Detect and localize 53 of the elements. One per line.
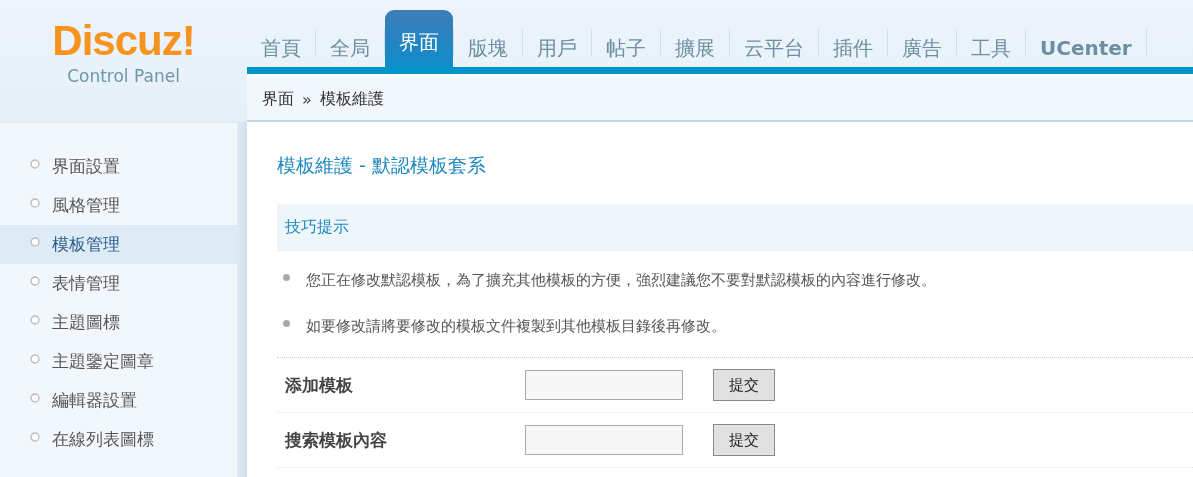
nav-tab[interactable]: 界面 (385, 10, 453, 67)
nav-tab[interactable]: 擴展 (661, 17, 729, 67)
breadcrumb-link[interactable]: 界面 (262, 88, 294, 110)
sidebar-label: 編輯器設置 (52, 389, 137, 412)
circle-icon (30, 236, 40, 247)
breadcrumb-current: 模板維護 (319, 88, 384, 110)
logo: Discuz! (52, 18, 195, 64)
nav-tab[interactable]: 用戶 (523, 17, 591, 67)
nav-tab[interactable]: 工具 (957, 17, 1025, 67)
sidebar-item[interactable]: 表情管理 (0, 264, 237, 303)
nav-tab[interactable]: 云平台 (730, 17, 818, 67)
nav-tab[interactable]: 廣告 (888, 17, 956, 67)
logo-subtitle: Control Panel (67, 66, 180, 86)
circle-icon (30, 392, 40, 403)
breadcrumb-separator: » (302, 89, 312, 109)
nav-tab[interactable]: 全局 (316, 17, 384, 67)
circle-icon (30, 158, 40, 169)
circle-icon (30, 353, 40, 364)
tip-text: 如要修改請將要修改的模板文件複製到其他模板目錄後再修改。 (306, 316, 726, 336)
submit-button[interactable]: 提交 (713, 369, 775, 401)
nav-tab[interactable]: UCenter (1026, 17, 1146, 67)
nav-tab[interactable]: 帖子 (592, 17, 660, 67)
bullet-icon (283, 273, 290, 281)
circle-icon (30, 314, 40, 325)
circle-icon (30, 197, 40, 208)
sidebar-label: 界面設置 (52, 155, 120, 178)
sidebar-item[interactable]: 主題鑒定圖章 (0, 342, 237, 381)
nav-tab[interactable]: 首頁 (247, 17, 315, 67)
sidebar-item[interactable]: 界面設置 (0, 147, 237, 186)
page-title: 模板維護 - 默認模板套系 (277, 153, 487, 178)
nav-tab[interactable]: 版塊 (454, 17, 522, 67)
form-label: 搜索模板內容 (285, 428, 388, 452)
sidebar-label: 風格管理 (52, 194, 120, 217)
sidebar-item[interactable]: 模板管理 (0, 225, 237, 264)
sidebar-item[interactable]: 風格管理 (0, 186, 237, 225)
form-label: 添加模板 (285, 373, 354, 397)
tips-heading: 技巧提示 (277, 204, 1193, 251)
input-field[interactable] (525, 370, 683, 400)
sidebar-item[interactable]: 編輯器設置 (0, 381, 237, 420)
sidebar-label: 主題鑒定圖章 (52, 350, 154, 373)
input-field[interactable] (525, 425, 683, 455)
circle-icon (30, 431, 40, 442)
nav-tab[interactable]: 插件 (819, 17, 887, 67)
sidebar-label: 表情管理 (52, 272, 120, 295)
tip-text: 您正在修改默認模板，為了擴充其他模板的方便，強烈建議您不要對默認模板的內容進行修改。 (306, 270, 936, 290)
sidebar-item[interactable]: 主題圖標 (0, 303, 237, 342)
sidebar-item[interactable]: 在線列表圖標 (0, 420, 237, 459)
bullet-icon (283, 319, 290, 327)
sidebar-label: 主題圖標 (52, 311, 120, 334)
sidebar-label: 在線列表圖標 (52, 428, 154, 451)
sidebar-label: 模板管理 (52, 233, 120, 256)
circle-icon (30, 275, 40, 286)
submit-button[interactable]: 提交 (713, 424, 775, 456)
